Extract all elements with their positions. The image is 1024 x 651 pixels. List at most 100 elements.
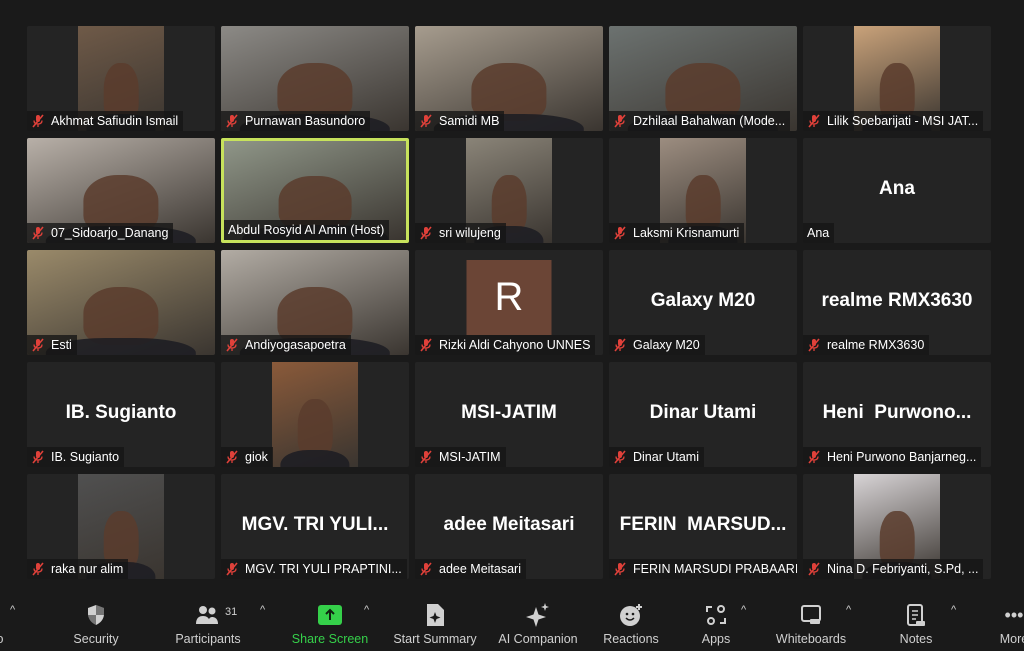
participant-name-label: Heni Purwono Banjarneg... bbox=[803, 447, 982, 467]
participant-name-label: adee Meitasari bbox=[415, 559, 526, 579]
participants-caret[interactable]: ^ bbox=[260, 604, 265, 616]
mic-muted-icon bbox=[613, 114, 627, 128]
participant-display-name: FERIN MARSUD... bbox=[619, 514, 787, 535]
participant-tile[interactable]: Nina D. Febriyanti, S.Pd, ... bbox=[803, 474, 991, 579]
participant-display-name: Galaxy M20 bbox=[650, 290, 756, 311]
apps-caret[interactable]: ^ bbox=[741, 604, 746, 616]
participant-name-label: MSI-JATIM bbox=[415, 447, 506, 467]
participant-tile[interactable]: MSI-JATIM MSI-JATIM bbox=[415, 362, 603, 467]
mic-muted-icon bbox=[613, 338, 627, 352]
whiteboards-button[interactable]: Whiteboards bbox=[771, 590, 851, 651]
participant-tile[interactable]: Lilik Soebarijati - MSI JAT... bbox=[803, 26, 991, 131]
reactions-button[interactable]: Reactions bbox=[596, 590, 666, 651]
share-screen-button[interactable]: Share Screen bbox=[290, 590, 370, 651]
more-button[interactable]: ••• More bbox=[994, 590, 1024, 651]
mic-muted-icon bbox=[225, 114, 239, 128]
participant-tile[interactable]: IB. Sugianto IB. Sugianto bbox=[27, 362, 215, 467]
participant-name: Dzhilaal Bahalwan (Mode... bbox=[633, 114, 786, 128]
participant-tile[interactable]: 07_Sidoarjo_Danang bbox=[27, 138, 215, 243]
participant-name: sri wilujeng bbox=[439, 226, 501, 240]
participant-display-name: Heni Purwono... bbox=[822, 402, 972, 423]
mic-muted-icon bbox=[225, 338, 239, 352]
audio-label: o bbox=[0, 632, 3, 646]
participant-tile[interactable]: Dzhilaal Bahalwan (Mode... bbox=[609, 26, 797, 131]
participant-tile[interactable]: MGV. TRI YULI... MGV. TRI YULI PRAPTINI..… bbox=[221, 474, 409, 579]
participant-tile[interactable]: Galaxy M20 Galaxy M20 bbox=[609, 250, 797, 355]
participant-name: Laksmi Krisnamurti bbox=[633, 226, 740, 240]
participant-name-label: Lilik Soebarijati - MSI JAT... bbox=[803, 111, 984, 131]
notes-caret[interactable]: ^ bbox=[951, 604, 956, 616]
mic-muted-icon bbox=[31, 226, 45, 240]
participants-icon bbox=[195, 602, 221, 628]
participant-name-label: Laksmi Krisnamurti bbox=[609, 223, 745, 243]
whiteboards-label: Whiteboards bbox=[775, 632, 847, 646]
mic-muted-icon bbox=[225, 562, 239, 576]
participant-name-label: raka nur alim bbox=[27, 559, 129, 579]
ai-sparkle-icon bbox=[525, 602, 551, 628]
participant-tile[interactable]: Ana Ana bbox=[803, 138, 991, 243]
participant-tile[interactable]: Akhmat Safiudin Ismail bbox=[27, 26, 215, 131]
participant-name: Esti bbox=[51, 338, 72, 352]
participant-tile[interactable]: giok bbox=[221, 362, 409, 467]
mic-muted-icon bbox=[31, 450, 45, 464]
participant-name: Samidi MB bbox=[439, 114, 500, 128]
participant-name-label: realme RMX3630 bbox=[803, 335, 930, 355]
more-dots-icon: ••• bbox=[1004, 604, 1024, 625]
mic-muted-icon bbox=[419, 562, 433, 576]
avatar: R bbox=[466, 260, 552, 335]
participants-label: Participants bbox=[175, 632, 241, 646]
participant-name: realme RMX3630 bbox=[827, 338, 925, 352]
shield-icon bbox=[83, 602, 109, 628]
participant-tile[interactable]: Laksmi Krisnamurti bbox=[609, 138, 797, 243]
meeting-toolbar: o ^ Security Participants 31 ^ Share Scr… bbox=[0, 590, 1024, 651]
participant-tile[interactable]: Heni Purwono... Heni Purwono Banjarneg... bbox=[803, 362, 991, 467]
participant-name-label: Dinar Utami bbox=[609, 447, 704, 467]
ai-companion-label: AI Companion bbox=[498, 632, 578, 646]
apps-label: Apps bbox=[701, 632, 731, 646]
audio-caret[interactable]: ^ bbox=[10, 604, 15, 616]
mic-muted-icon bbox=[807, 114, 821, 128]
participant-display-name: MGV. TRI YULI... bbox=[241, 514, 389, 535]
mic-muted-icon bbox=[31, 338, 45, 352]
whiteboards-caret[interactable]: ^ bbox=[846, 604, 851, 616]
participant-name: Galaxy M20 bbox=[633, 338, 700, 352]
notes-button[interactable]: Notes bbox=[891, 590, 941, 651]
ai-companion-button[interactable]: AI Companion bbox=[493, 590, 583, 651]
participant-name: 07_Sidoarjo_Danang bbox=[51, 226, 169, 240]
participant-name: Abdul Rosyid Al Amin (Host) bbox=[228, 223, 385, 237]
participant-display-name: realme RMX3630 bbox=[821, 290, 973, 311]
mic-muted-icon bbox=[419, 450, 433, 464]
participant-name-label: 07_Sidoarjo_Danang bbox=[27, 223, 174, 243]
participant-tile[interactable]: Purnawan Basundoro bbox=[221, 26, 409, 131]
reactions-label: Reactions bbox=[603, 632, 659, 646]
participant-tile[interactable]: R Rizki Aldi Cahyono UNNES bbox=[415, 250, 603, 355]
participant-name: Rizki Aldi Cahyono UNNES bbox=[439, 338, 591, 352]
share-screen-label: Share Screen bbox=[291, 632, 369, 646]
participant-tile[interactable]: raka nur alim bbox=[27, 474, 215, 579]
start-summary-button[interactable]: Start Summary bbox=[390, 590, 480, 651]
audio-button[interactable]: o bbox=[0, 590, 10, 651]
participant-tile[interactable]: sri wilujeng bbox=[415, 138, 603, 243]
summary-document-icon bbox=[422, 602, 448, 628]
participant-tile[interactable]: Esti bbox=[27, 250, 215, 355]
participant-tile[interactable]: realme RMX3630 realme RMX3630 bbox=[803, 250, 991, 355]
apps-button[interactable]: Apps bbox=[691, 590, 741, 651]
share-caret[interactable]: ^ bbox=[364, 604, 369, 616]
participant-name: MGV. TRI YULI PRAPTINI... bbox=[245, 562, 402, 576]
participant-name: Nina D. Febriyanti, S.Pd, ... bbox=[827, 562, 979, 576]
mic-muted-icon bbox=[419, 226, 433, 240]
participants-button[interactable]: Participants bbox=[173, 590, 243, 651]
participant-name-label: Galaxy M20 bbox=[609, 335, 705, 355]
mic-muted-icon bbox=[31, 562, 45, 576]
participant-tile[interactable]: Dinar Utami Dinar Utami bbox=[609, 362, 797, 467]
participant-tile[interactable]: Abdul Rosyid Al Amin (Host) bbox=[221, 138, 409, 243]
participant-name-label: Rizki Aldi Cahyono UNNES bbox=[415, 335, 596, 355]
participant-tile[interactable]: Samidi MB bbox=[415, 26, 603, 131]
participant-name-label: IB. Sugianto bbox=[27, 447, 125, 467]
participant-tile[interactable]: FERIN MARSUD... FERIN MARSUDI PRABAARI bbox=[609, 474, 797, 579]
participant-tile[interactable]: adee Meitasari adee Meitasari bbox=[415, 474, 603, 579]
security-button[interactable]: Security bbox=[66, 590, 126, 651]
participant-name-label: Akhmat Safiudin Ismail bbox=[27, 111, 184, 131]
participant-tile[interactable]: Andiyogasapoetra bbox=[221, 250, 409, 355]
participant-name-label: Purnawan Basundoro bbox=[221, 111, 371, 131]
